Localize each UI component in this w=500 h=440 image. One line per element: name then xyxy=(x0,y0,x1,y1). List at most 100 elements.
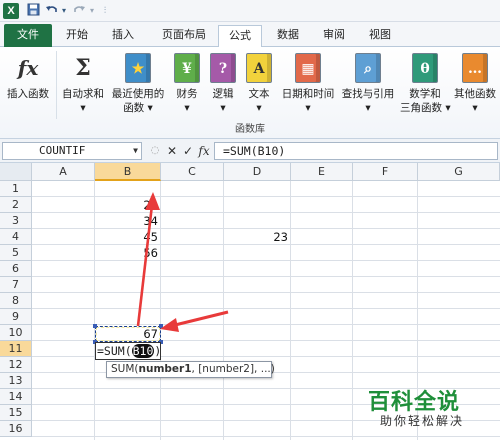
cancel-icon[interactable]: ✕ xyxy=(164,142,180,160)
math-trig-label: 数学和 xyxy=(409,88,441,100)
autosum-label: 自动求和 xyxy=(62,88,104,100)
marquee-handle[interactable] xyxy=(93,324,97,328)
row-gridline xyxy=(32,276,500,277)
select-all-corner[interactable] xyxy=(0,163,32,181)
insert-function-button[interactable]: fx 插入函数 xyxy=(2,49,54,121)
row-header-5[interactable]: 5 xyxy=(0,245,32,261)
math-trig-label-2: 三角函数 ▾ xyxy=(400,102,451,114)
text-button[interactable]: A 文本 ▾ xyxy=(240,49,278,121)
more-functions-button[interactable]: … 其他函数 ▾ xyxy=(450,49,500,121)
ribbon-tabs: 文件 开始 插入 页面布局 公式 数据 审阅 视图 xyxy=(0,22,500,48)
column-gridline xyxy=(290,181,291,440)
column-header-g[interactable]: G xyxy=(418,163,500,181)
row-header-6[interactable]: 6 xyxy=(0,261,32,277)
tab-formulas[interactable]: 公式 xyxy=(218,25,262,48)
edit-prefix: =SUM( xyxy=(97,344,132,358)
tab-review[interactable]: 审阅 xyxy=(314,25,354,47)
row-header-16[interactable]: 16 xyxy=(0,421,32,437)
row-header-13[interactable]: 13 xyxy=(0,373,32,389)
edit-suffix: ) xyxy=(154,344,162,358)
financial-dropdown-icon: ▾ xyxy=(184,102,190,114)
column-header-b[interactable]: B xyxy=(95,163,161,181)
customize-qat-icon[interactable]: ⫶ xyxy=(100,3,110,19)
column-header-a[interactable]: A xyxy=(32,163,95,181)
row-gridline xyxy=(32,324,500,325)
tab-home[interactable]: 开始 xyxy=(58,25,96,47)
row-header-4[interactable]: 4 xyxy=(0,229,32,245)
row-header-12[interactable]: 12 xyxy=(0,357,32,373)
redo-dropdown-icon[interactable]: ▾ xyxy=(88,3,96,19)
excel-logo-icon: X xyxy=(3,3,19,19)
quick-access-toolbar: X ▾ ▾ ⫶ xyxy=(0,0,500,22)
cell-d4[interactable]: 23 xyxy=(224,229,291,245)
name-box[interactable]: COUNTIF ▼ xyxy=(2,142,142,160)
cell-b3[interactable]: 34 xyxy=(95,213,161,229)
row-header-14[interactable]: 14 xyxy=(0,389,32,405)
column-header-e[interactable]: E xyxy=(291,163,353,181)
column-header-c[interactable]: C xyxy=(161,163,224,181)
expand-icon[interactable]: ◌ xyxy=(148,142,162,160)
logical-label: 逻辑 xyxy=(212,88,234,100)
insert-function-icon[interactable]: fx xyxy=(196,142,212,160)
row-header-15[interactable]: 15 xyxy=(0,405,32,421)
recently-used-button[interactable]: ★ 最近使用的 函数 ▾ xyxy=(108,49,168,121)
enter-icon[interactable]: ✓ xyxy=(180,142,196,160)
row-header-1[interactable]: 1 xyxy=(0,181,32,197)
more-functions-label: 其他函数 xyxy=(454,88,496,100)
tooltip-arg1[interactable]: number1 xyxy=(139,363,192,375)
lookup-reference-button[interactable]: ⌕ 查找与引用 ▾ xyxy=(338,49,398,121)
marquee-handle[interactable] xyxy=(159,324,163,328)
lookup-reference-label: 查找与引用 xyxy=(341,88,395,100)
tab-data[interactable]: 数据 xyxy=(268,25,308,47)
row-gridline xyxy=(32,292,500,293)
row-header-11[interactable]: 11 xyxy=(0,341,32,357)
cell-b2[interactable]: 22 xyxy=(95,197,161,213)
cell-b11-editor[interactable]: =SUM(B10) xyxy=(95,342,161,360)
cell-b5[interactable]: 56 xyxy=(95,245,161,261)
tooltip-rest: , [number2], ...) xyxy=(191,363,275,375)
row-header-9[interactable]: 9 xyxy=(0,309,32,325)
undo-dropdown-icon[interactable]: ▾ xyxy=(60,3,68,19)
row-header-2[interactable]: 2 xyxy=(0,197,32,213)
undo-icon[interactable] xyxy=(44,3,58,19)
name-box-dropdown-icon[interactable]: ▼ xyxy=(133,143,138,159)
math-trig-button[interactable]: θ 数学和 三角函数 ▾ xyxy=(400,49,451,121)
date-book-icon: ▦ xyxy=(295,53,321,83)
lookup-dropdown-icon: ▾ xyxy=(365,102,371,114)
tab-page-layout[interactable]: 页面布局 xyxy=(152,25,216,47)
text-dropdown-icon: ▾ xyxy=(256,102,262,114)
tab-view[interactable]: 视图 xyxy=(360,25,400,47)
row-header-8[interactable]: 8 xyxy=(0,293,32,309)
function-tooltip[interactable]: SUM(number1, [number2], ...) xyxy=(106,361,275,378)
column-gridline xyxy=(223,181,224,440)
row-header-3[interactable]: 3 xyxy=(0,213,32,229)
date-time-button[interactable]: ▦ 日期和时间 ▾ xyxy=(278,49,338,121)
math-book-icon: θ xyxy=(412,53,438,83)
financial-button[interactable]: ¥ 财务 ▾ xyxy=(168,49,206,121)
autosum-button[interactable]: Σ 自动求和 ▾ xyxy=(58,49,108,121)
column-header-f[interactable]: F xyxy=(353,163,418,181)
column-header-d[interactable]: D xyxy=(224,163,291,181)
fx-icon: fx xyxy=(17,56,39,80)
sigma-icon: Σ xyxy=(75,55,91,81)
formula-input[interactable]: =SUM(B10) xyxy=(214,142,498,160)
date-time-label: 日期和时间 xyxy=(281,88,335,100)
tooltip-func: SUM( xyxy=(111,363,139,375)
watermark-subtitle: 助你轻松解决 xyxy=(380,414,465,428)
row-header-7[interactable]: 7 xyxy=(0,277,32,293)
row-gridline xyxy=(32,308,500,309)
logical-button[interactable]: ? 逻辑 ▾ xyxy=(206,49,240,121)
autosum-dropdown-icon: ▾ xyxy=(80,102,86,114)
logical-dropdown-icon: ▾ xyxy=(220,102,226,114)
cell-b4[interactable]: 45 xyxy=(95,229,161,245)
row-header-10[interactable]: 10 xyxy=(0,325,32,341)
tab-insert[interactable]: 插入 xyxy=(104,25,142,47)
watermark: 百科全说 助你轻松解决 xyxy=(368,380,496,436)
save-icon[interactable] xyxy=(26,3,40,19)
redo-icon[interactable] xyxy=(72,3,86,19)
lookup-book-icon: ⌕ xyxy=(355,53,381,83)
reference-marquee xyxy=(93,324,163,344)
tab-file[interactable]: 文件 xyxy=(4,24,52,47)
more-functions-dropdown-icon: ▾ xyxy=(472,102,478,114)
more-book-icon: … xyxy=(462,53,488,83)
